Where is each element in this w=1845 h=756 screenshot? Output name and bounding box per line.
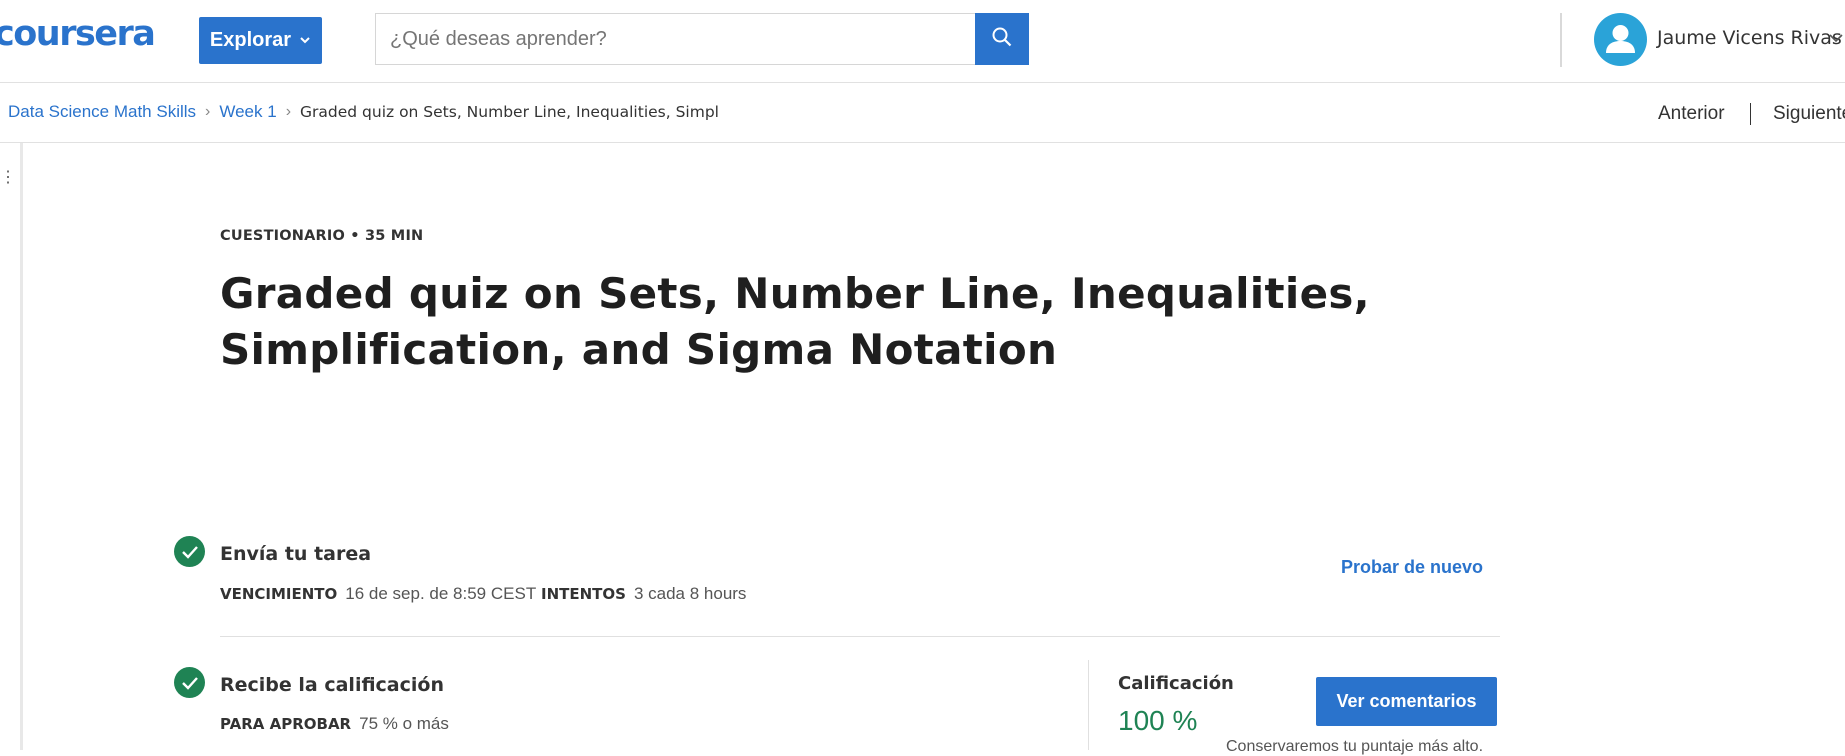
breadcrumb-bar: Data Science Math Skills › Week 1 › Grad… bbox=[0, 83, 1845, 143]
breadcrumb: Data Science Math Skills › Week 1 › Grad… bbox=[8, 102, 719, 122]
search-bar: ¿Qué deseas aprender? bbox=[375, 13, 1029, 65]
due-label: VENCIMIENTO bbox=[220, 585, 338, 603]
breadcrumb-week-link[interactable]: Week 1 bbox=[219, 102, 276, 122]
grade-divider bbox=[1088, 660, 1089, 750]
explore-label: Explorar bbox=[209, 29, 292, 51]
attempts-value: 3 cada 8 hours bbox=[633, 584, 747, 603]
left-rail: ⋮ bbox=[0, 143, 23, 750]
pass-value: 75 % o más bbox=[359, 714, 449, 733]
pass-label: PARA APROBAR bbox=[220, 715, 352, 733]
chevron-down-icon bbox=[299, 34, 311, 48]
quiz-kicker: CUESTIONARIO • 35 MIN bbox=[220, 228, 424, 244]
view-feedback-button[interactable]: Ver comentarios bbox=[1316, 677, 1497, 726]
top-header: coursera Explorar ¿Qué deseas aprender? … bbox=[0, 0, 1845, 83]
explore-button[interactable]: Explorar bbox=[199, 17, 322, 64]
user-icon bbox=[1606, 25, 1635, 53]
due-date: VENCIMIENTO 16 de sep. de 8:59 CEST bbox=[220, 584, 536, 604]
previous-link[interactable]: Anterior bbox=[1658, 103, 1725, 125]
page-title: Graded quiz on Sets, Number Line, Inequa… bbox=[220, 269, 1370, 374]
avatar[interactable] bbox=[1594, 13, 1647, 66]
header-divider bbox=[1560, 13, 1562, 67]
check-icon bbox=[174, 536, 205, 567]
pass-requirement: PARA APROBAR 75 % o más bbox=[220, 714, 449, 734]
search-button[interactable] bbox=[975, 13, 1029, 65]
grade-value: 100 % bbox=[1118, 705, 1198, 736]
nav-divider bbox=[1750, 103, 1751, 125]
next-link[interactable]: Siguiente bbox=[1773, 103, 1845, 125]
chevron-right-icon: › bbox=[205, 103, 211, 120]
retry-link[interactable]: Probar de nuevo bbox=[1341, 557, 1483, 578]
grade-label: Calificación bbox=[1118, 673, 1234, 694]
search-input[interactable]: ¿Qué deseas aprender? bbox=[375, 13, 975, 65]
breadcrumb-course-link[interactable]: Data Science Math Skills bbox=[8, 102, 196, 122]
coursera-logo[interactable]: coursera bbox=[0, 14, 156, 54]
highest-score-note: Conservaremos tu puntaje más alto. bbox=[1226, 738, 1484, 755]
due-value: 16 de sep. de 8:59 CEST bbox=[345, 584, 537, 603]
attempts-label: INTENTOS bbox=[541, 585, 626, 603]
attempts: INTENTOS 3 cada 8 hours bbox=[541, 584, 746, 604]
breadcrumb-current: Graded quiz on Sets, Number Line, Inequa… bbox=[300, 103, 719, 121]
submit-step-title: Envía tu tarea bbox=[220, 543, 372, 565]
grade-step-title: Recibe la calificación bbox=[220, 674, 444, 696]
chevron-right-icon: › bbox=[285, 103, 292, 120]
check-icon bbox=[174, 667, 205, 698]
user-name[interactable]: Jaume Vicens Rivas bbox=[1657, 27, 1842, 49]
chevron-down-icon[interactable] bbox=[1828, 30, 1844, 46]
menu-icon[interactable]: ⋮ bbox=[0, 170, 16, 186]
search-icon bbox=[991, 26, 1013, 53]
section-divider bbox=[220, 636, 1500, 637]
